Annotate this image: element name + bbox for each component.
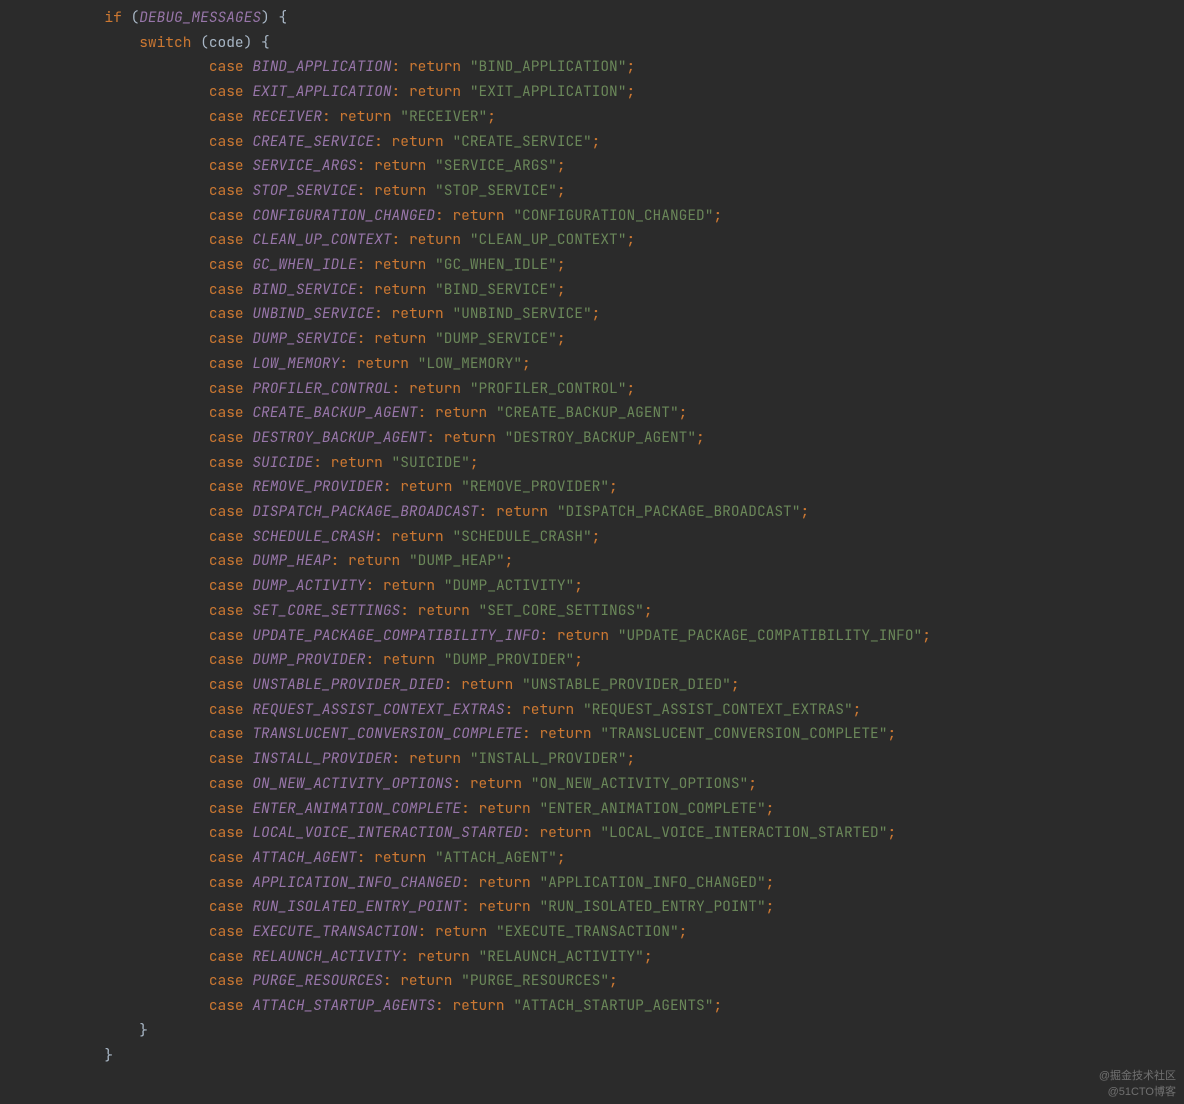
code-editor[interactable]: if (DEBUG_MESSAGES) { switch (code) { ca… <box>0 0 1184 1068</box>
watermark-bottom: @51CTO博客 <box>1099 1084 1176 1100</box>
code-block: if (DEBUG_MESSAGES) { switch (code) { ca… <box>0 6 1184 1068</box>
watermark-area: @掘金技术社区 @51CTO博客 <box>1099 1068 1176 1100</box>
watermark-top: @掘金技术社区 <box>1099 1068 1176 1084</box>
